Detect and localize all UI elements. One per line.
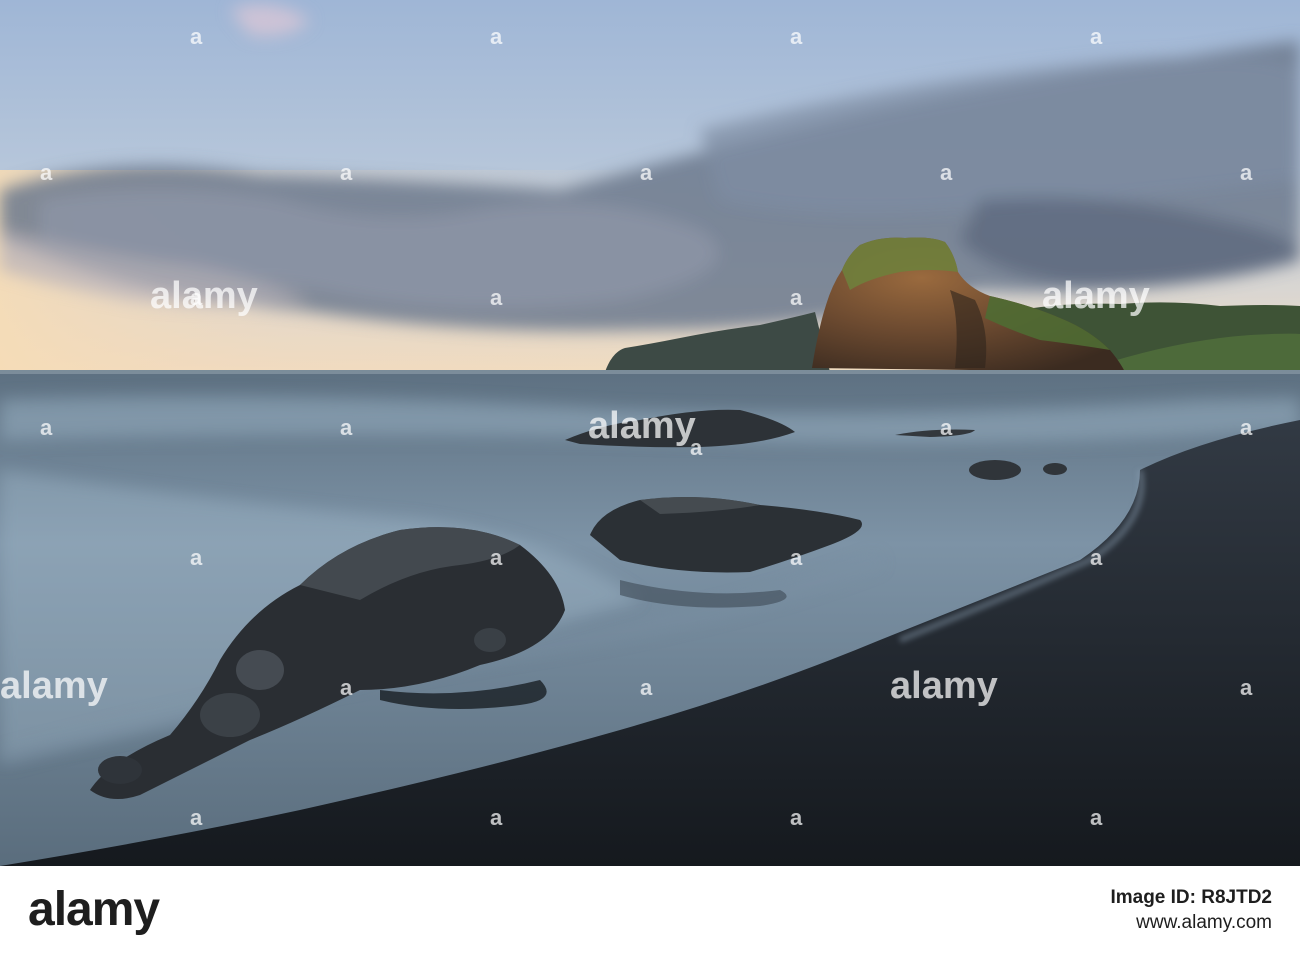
watermark-mark: a bbox=[490, 545, 503, 570]
watermark-mark: a bbox=[190, 545, 203, 570]
watermark-mark: a bbox=[640, 675, 653, 700]
watermark-mark: a bbox=[790, 24, 803, 49]
watermark-mark: a bbox=[1240, 160, 1253, 185]
watermark-mark: a bbox=[940, 415, 953, 440]
watermark-text: alamy bbox=[1042, 275, 1150, 317]
watermark-mark: a bbox=[40, 160, 53, 185]
watermark-mark: a bbox=[940, 160, 953, 185]
watermark-mark: a bbox=[190, 285, 203, 310]
watermark-mark: a bbox=[340, 675, 353, 700]
watermark-mark: a bbox=[1090, 24, 1103, 49]
watermark-text: alamy bbox=[150, 275, 258, 317]
alamy-logo[interactable]: alamy bbox=[28, 882, 160, 937]
image-id: Image ID: R8JTD2 bbox=[1110, 887, 1272, 908]
watermark-mark: a bbox=[790, 545, 803, 570]
site-url[interactable]: www.alamy.com bbox=[1110, 910, 1272, 936]
watermark-mark: a bbox=[40, 415, 53, 440]
watermark-mark: a bbox=[490, 24, 503, 49]
watermark-text: alamy bbox=[890, 665, 998, 707]
watermark-mark: a bbox=[790, 285, 803, 310]
watermark-mark: a bbox=[790, 805, 803, 830]
watermark-text: alamy bbox=[0, 665, 108, 707]
watermark-mark: a bbox=[1090, 805, 1103, 830]
watermark-mark: a bbox=[190, 24, 203, 49]
stock-footer: alamy Image ID: R8JTD2 www.alamy.com bbox=[0, 866, 1300, 956]
watermark-text: alamy bbox=[588, 405, 696, 447]
watermark-mark: a bbox=[1090, 545, 1103, 570]
watermark-mark: a bbox=[190, 805, 203, 830]
image-info: Image ID: R8JTD2 www.alamy.com bbox=[1110, 886, 1272, 936]
watermark-mark: a bbox=[640, 160, 653, 185]
watermark-mark: a bbox=[340, 160, 353, 185]
beach-photo: alamy alamy alamy alamy alamy a a a a a … bbox=[0, 0, 1300, 866]
watermark-mark: a bbox=[490, 805, 503, 830]
watermark-mark: a bbox=[1240, 415, 1253, 440]
watermark-mark: a bbox=[690, 435, 703, 460]
watermark-mark: a bbox=[490, 285, 503, 310]
watermark-mark: a bbox=[340, 415, 353, 440]
watermark-mark: a bbox=[1240, 675, 1253, 700]
